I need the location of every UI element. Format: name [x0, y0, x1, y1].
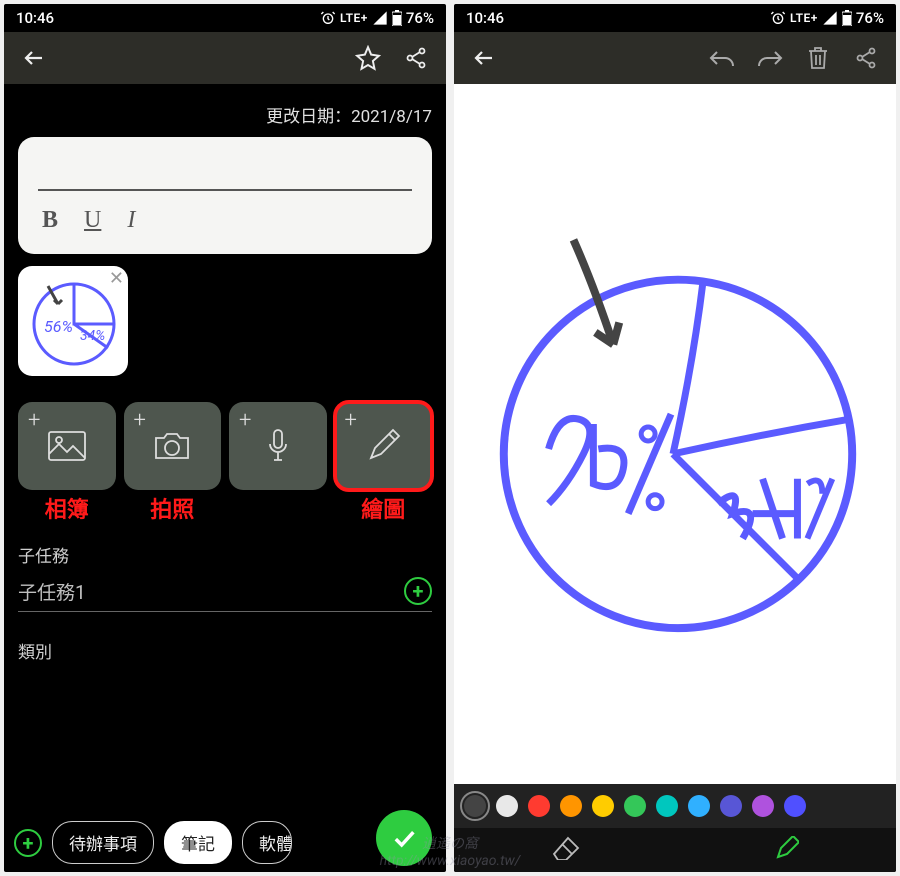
alarm-icon — [320, 10, 336, 26]
eraser-button[interactable] — [552, 836, 580, 864]
pencil-button[interactable] — [775, 836, 799, 864]
add-subtask-button[interactable]: + — [404, 577, 432, 605]
back-button[interactable] — [464, 38, 504, 78]
attachment-labels: 相簿 拍照 繪圖 — [18, 492, 432, 524]
drawing-tools-bar — [454, 828, 896, 872]
drawing-thumbnail[interactable]: ✕ 56% 34% — [18, 266, 128, 376]
add-voice-button[interactable]: + — [229, 402, 327, 490]
phone-right-drawing-editor: 10:46 LTE+ 76% — [454, 4, 896, 872]
subtask-input[interactable]: 子任務1 — [18, 578, 404, 605]
swatch-6[interactable] — [656, 795, 678, 817]
delete-button[interactable] — [798, 38, 838, 78]
battery-icon — [392, 10, 402, 26]
phone-left-note-editor: 10:46 LTE+ 76% 更改日期：2021/8/17 B U — [4, 4, 446, 872]
toolbar — [4, 32, 446, 84]
drawing-toolbar — [454, 32, 896, 84]
swatch-9[interactable] — [752, 795, 774, 817]
signal-icon — [372, 10, 388, 26]
swatch-5[interactable] — [624, 795, 646, 817]
battery-label: 76% — [406, 9, 434, 27]
network-label: LTE+ — [790, 11, 818, 25]
add-camera-button[interactable]: + — [124, 402, 222, 490]
chip-todo[interactable]: 待辦事項 — [52, 821, 154, 864]
swatch-4[interactable] — [592, 795, 614, 817]
alarm-icon — [770, 10, 786, 26]
plus-icon: + — [28, 408, 40, 433]
attachment-row: + + + + — [18, 402, 432, 490]
network-label: LTE+ — [340, 11, 368, 25]
subtask-heading: 子任務 — [18, 542, 432, 567]
bold-button[interactable]: B — [42, 207, 58, 234]
swatch-10[interactable] — [784, 795, 806, 817]
modified-date: 更改日期：2021/8/17 — [18, 84, 432, 137]
chip-notes[interactable]: 筆記 — [164, 821, 232, 864]
note-text-card[interactable]: B U I — [18, 137, 432, 254]
favorite-button[interactable] — [348, 38, 388, 78]
add-drawing-button[interactable]: + — [335, 402, 433, 490]
swatch-0[interactable] — [464, 795, 486, 817]
redo-button[interactable] — [750, 38, 790, 78]
svg-text:34%: 34% — [80, 328, 105, 344]
underline-button[interactable]: U — [84, 207, 101, 234]
swatch-3[interactable] — [560, 795, 582, 817]
battery-label: 76% — [856, 9, 884, 27]
clock: 10:46 — [16, 9, 54, 27]
add-category-button[interactable]: + — [14, 829, 42, 857]
camera-label: 拍照 — [124, 492, 222, 524]
signal-icon — [822, 10, 838, 26]
drawing-canvas[interactable] — [454, 84, 896, 784]
plus-icon: + — [345, 408, 357, 433]
category-heading: 類別 — [18, 638, 432, 663]
voice-label — [229, 492, 327, 524]
close-icon[interactable]: ✕ — [109, 268, 124, 289]
plus-icon: + — [134, 408, 146, 433]
back-button[interactable] — [14, 38, 54, 78]
swatch-7[interactable] — [688, 795, 710, 817]
share-button[interactable] — [846, 38, 886, 78]
battery-icon — [842, 10, 852, 26]
swatch-1[interactable] — [496, 795, 518, 817]
status-bar: 10:46 LTE+ 76% — [454, 4, 896, 32]
share-button[interactable] — [396, 38, 436, 78]
clock: 10:46 — [466, 9, 504, 27]
swatch-2[interactable] — [528, 795, 550, 817]
status-bar: 10:46 LTE+ 76% — [4, 4, 446, 32]
confirm-fab[interactable] — [376, 810, 432, 866]
plus-icon: + — [239, 408, 251, 433]
swatch-8[interactable] — [720, 795, 742, 817]
undo-button[interactable] — [702, 38, 742, 78]
svg-text:56%: 56% — [44, 317, 73, 336]
chip-software[interactable]: 軟體 — [242, 821, 292, 864]
drawing-label: 繪圖 — [335, 492, 433, 524]
add-gallery-button[interactable]: + — [18, 402, 116, 490]
gallery-label: 相簿 — [18, 492, 116, 524]
italic-button[interactable]: I — [127, 207, 135, 234]
color-palette — [454, 784, 896, 828]
